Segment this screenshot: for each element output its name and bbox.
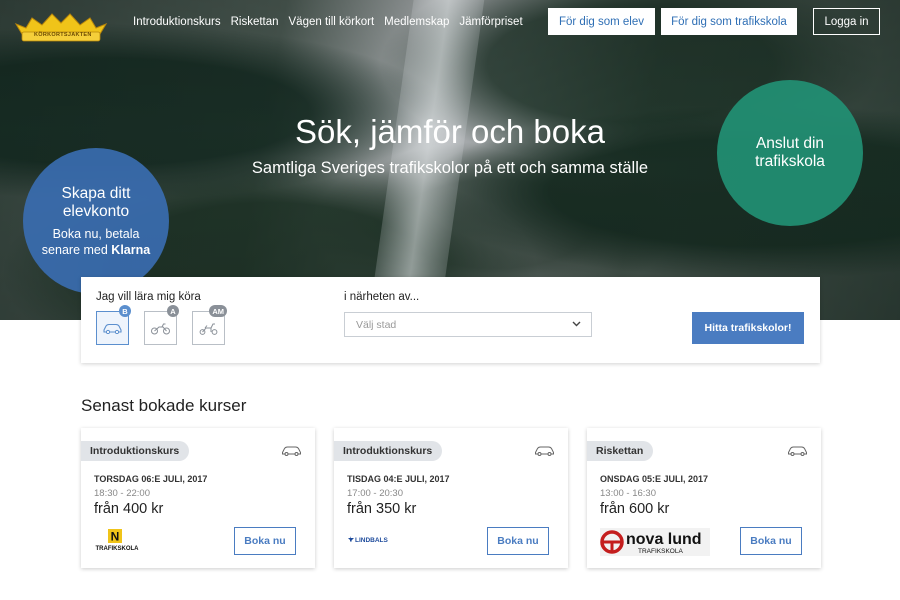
create-account-title: Skapa ditt elevkonto [61, 184, 131, 220]
school-logo-name: nova lund [626, 531, 702, 548]
school-logo[interactable]: N TRAFIKSKOLA [94, 528, 140, 554]
near-label: i närheten av... [344, 291, 420, 303]
course-time: 13:00 - 16:30 [600, 488, 656, 499]
course-type-tag: Riskettan [587, 441, 654, 461]
nav-riskettan[interactable]: Riskettan [231, 16, 279, 28]
course-date: TORSDAG 06:E JULI, 2017 [94, 474, 208, 484]
course-card: Introduktionskurs TISDAG 04:E JULI, 2017… [334, 428, 568, 568]
school-logo-text: TRAFIKSKOLA [96, 546, 140, 552]
school-logo[interactable]: LINDBALS [347, 528, 391, 554]
connect-school-title: Anslut din trafikskola [755, 135, 825, 170]
vehicle-am-button[interactable]: AM [192, 305, 227, 345]
nav-introduktionskurs[interactable]: Introduktionskurs [133, 16, 221, 28]
school-logo-text: LINDBALS [355, 537, 389, 544]
car-icon [103, 323, 122, 334]
course-type-tag: Introduktionskurs [81, 441, 190, 461]
create-student-account-circle[interactable]: Skapa ditt elevkonto Boka nu, betala sen… [23, 148, 169, 294]
logo-text: KÖRKORTSJAKTEN [34, 32, 92, 38]
city-select[interactable]: Välj stad [344, 312, 592, 337]
main-nav: Introduktionskurs Riskettan Vägen till k… [133, 16, 523, 28]
connect-school-circle[interactable]: Anslut din trafikskola [717, 80, 863, 226]
search-panel: Jag vill lära mig köra B A AM i närheten… [81, 277, 820, 363]
school-logo[interactable]: nova lund TRAFIKSKOLA [600, 528, 710, 556]
vehicle-am-badge: AM [209, 305, 227, 317]
create-account-text: Boka nu, betala senare med Klarna [41, 226, 151, 258]
vehicle-a-button[interactable]: A [144, 305, 179, 345]
vehicle-a-badge: A [167, 305, 179, 317]
nav-jamforpriset[interactable]: Jämförpriset [459, 16, 522, 28]
book-now-button[interactable]: Boka nu [234, 527, 296, 555]
for-student-button[interactable]: För dig som elev [548, 8, 655, 35]
course-price: från 350 kr [347, 501, 417, 517]
book-now-button[interactable]: Boka nu [740, 527, 802, 555]
motorcycle-icon [151, 323, 170, 334]
book-now-button[interactable]: Boka nu [487, 527, 549, 555]
course-time: 18:30 - 22:00 [94, 488, 150, 499]
vehicle-b-badge: B [119, 305, 131, 317]
course-card: Riskettan ONSDAG 05:E JULI, 2017 13:00 -… [587, 428, 821, 568]
korkortsjakten-logo[interactable]: KÖRKORTSJAKTEN [12, 10, 110, 42]
course-price: från 400 kr [94, 501, 164, 517]
recent-courses-title: Senast bokade kurser [81, 396, 247, 415]
moped-icon [199, 323, 218, 335]
car-icon [788, 446, 807, 456]
course-time: 17:00 - 20:30 [347, 488, 403, 499]
course-price: från 600 kr [600, 501, 670, 517]
vehicle-b-button[interactable]: B [96, 305, 131, 345]
school-logo-letter: N [111, 530, 120, 544]
nav-vagen-till-korkort[interactable]: Vägen till körkort [289, 16, 375, 28]
car-icon [282, 446, 301, 456]
login-button[interactable]: Logga in [813, 8, 880, 35]
find-schools-button[interactable]: Hitta trafikskolor! [692, 312, 804, 344]
course-card: Introduktionskurs TORSDAG 06:E JULI, 201… [81, 428, 315, 568]
city-select-placeholder: Välj stad [356, 318, 397, 331]
course-date: ONSDAG 05:E JULI, 2017 [600, 474, 709, 484]
course-type-tag: Introduktionskurs [334, 441, 443, 461]
car-icon [535, 446, 554, 456]
drive-label: Jag vill lära mig köra [96, 291, 201, 303]
for-school-button[interactable]: För dig som trafikskola [661, 8, 797, 35]
school-logo-text: TRAFIKSKOLA [638, 548, 683, 555]
chevron-down-icon [572, 321, 581, 327]
nav-medlemskap[interactable]: Medlemskap [384, 16, 449, 28]
course-date: TISDAG 04:E JULI, 2017 [347, 474, 450, 484]
klarna-logo: Klarna [111, 242, 151, 257]
